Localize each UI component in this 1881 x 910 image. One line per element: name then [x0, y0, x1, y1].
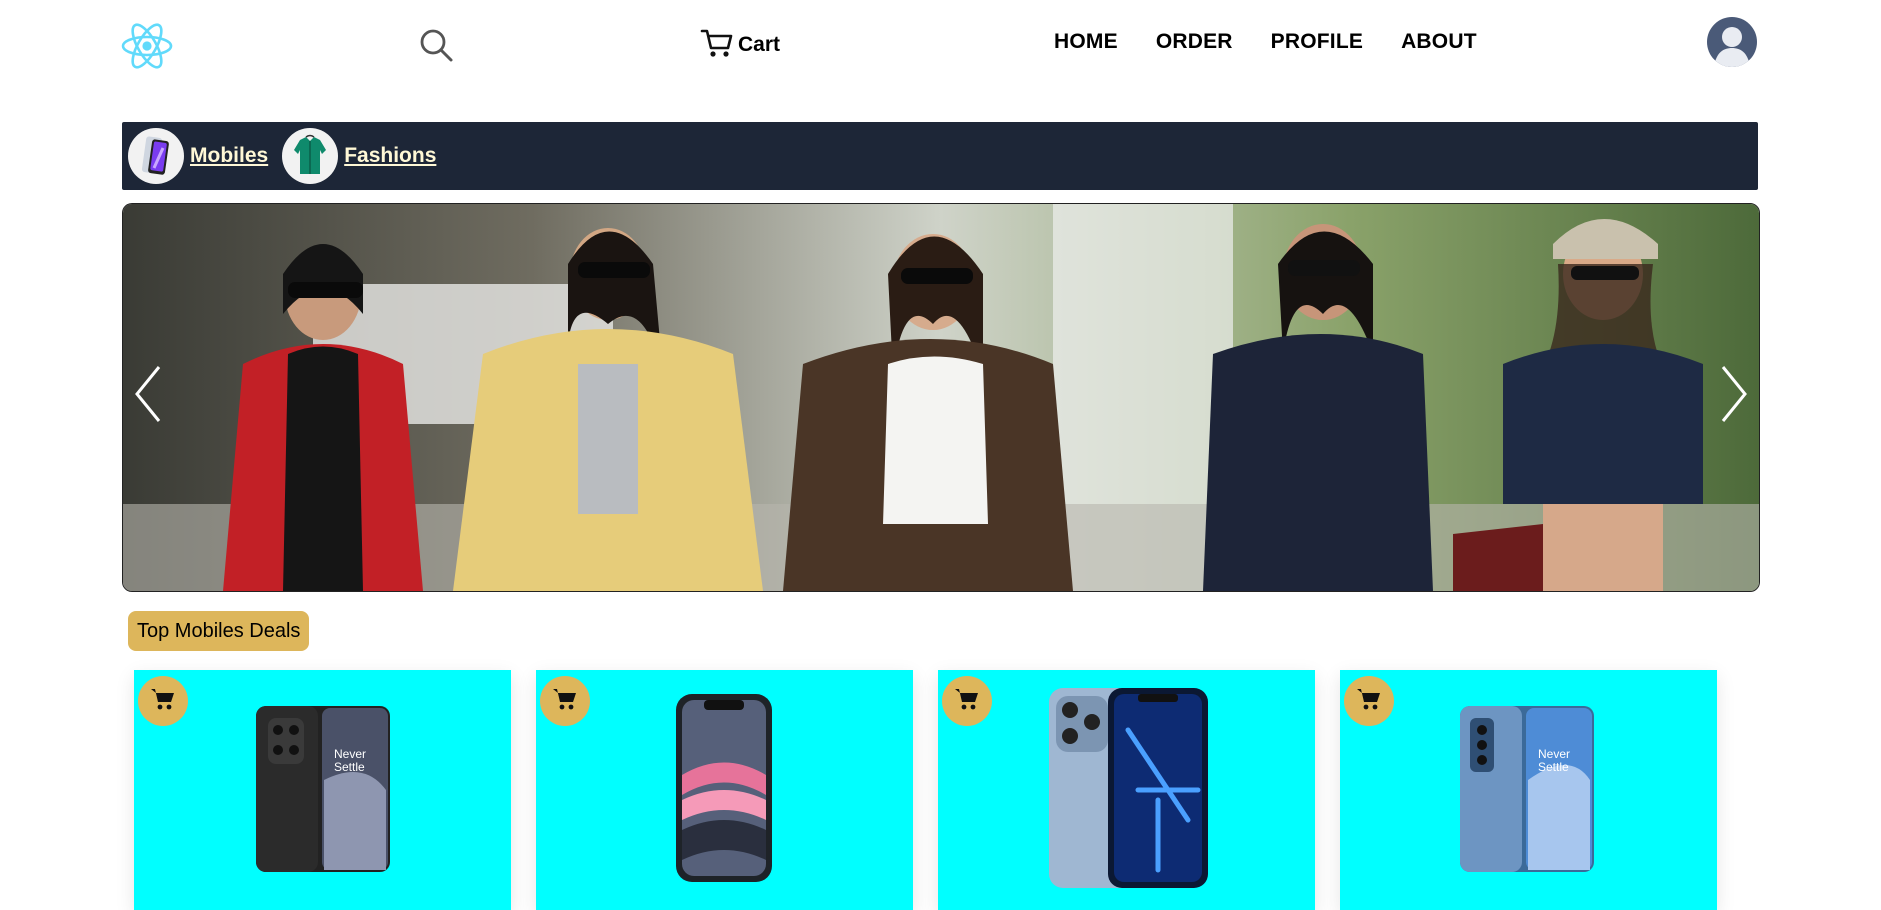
- cart-label: Cart: [738, 33, 781, 56]
- jacket-thumbnail-icon: [282, 128, 339, 184]
- screen-text: Settle: [1538, 760, 1569, 774]
- product-card[interactable]: Never Settle: [1340, 670, 1717, 910]
- phone-image: Never Settle: [1460, 706, 1594, 872]
- product-card[interactable]: [938, 670, 1315, 910]
- chevron-right-icon[interactable]: [1713, 359, 1753, 429]
- hero-carousel[interactable]: [122, 203, 1760, 592]
- cart-link[interactable]: Cart: [700, 28, 780, 62]
- phone-image: [1049, 688, 1208, 888]
- category-label: Mobiles: [190, 144, 269, 167]
- product-card[interactable]: [536, 670, 913, 910]
- main-nav: HOME ORDER PROFILE ABOUT: [1054, 30, 1477, 54]
- screen-text: Settle: [334, 760, 365, 774]
- product-card[interactable]: Never Settle: [134, 670, 511, 910]
- screen-text: Never: [1538, 747, 1570, 761]
- react-atom-icon[interactable]: [121, 20, 173, 72]
- carousel-banner-image: [123, 204, 1759, 591]
- nav-about[interactable]: ABOUT: [1401, 30, 1477, 54]
- nav-profile[interactable]: PROFILE: [1271, 30, 1363, 54]
- screen-text: Never: [334, 747, 366, 761]
- nav-order[interactable]: ORDER: [1156, 30, 1233, 54]
- chevron-left-icon[interactable]: [129, 359, 169, 429]
- category-fashions[interactable]: Fashions: [282, 128, 436, 184]
- phone-image: Never Settle: [256, 706, 390, 872]
- search-icon[interactable]: [418, 27, 454, 63]
- top-header: Cart HOME ORDER PROFILE ABOUT: [0, 0, 1881, 90]
- section-title: Top Mobiles Deals: [137, 619, 301, 642]
- category-mobiles[interactable]: Mobiles: [128, 128, 268, 184]
- phone-thumbnail-icon: [128, 128, 184, 184]
- category-bar: Mobiles Fashions: [122, 122, 1758, 190]
- user-avatar-icon[interactable]: [1707, 17, 1757, 67]
- phone-image: [676, 694, 772, 882]
- category-label: Fashions: [344, 144, 437, 167]
- nav-home[interactable]: HOME: [1054, 30, 1118, 54]
- section-title-badge: Top Mobiles Deals: [128, 611, 310, 651]
- cart-icon: [700, 27, 734, 64]
